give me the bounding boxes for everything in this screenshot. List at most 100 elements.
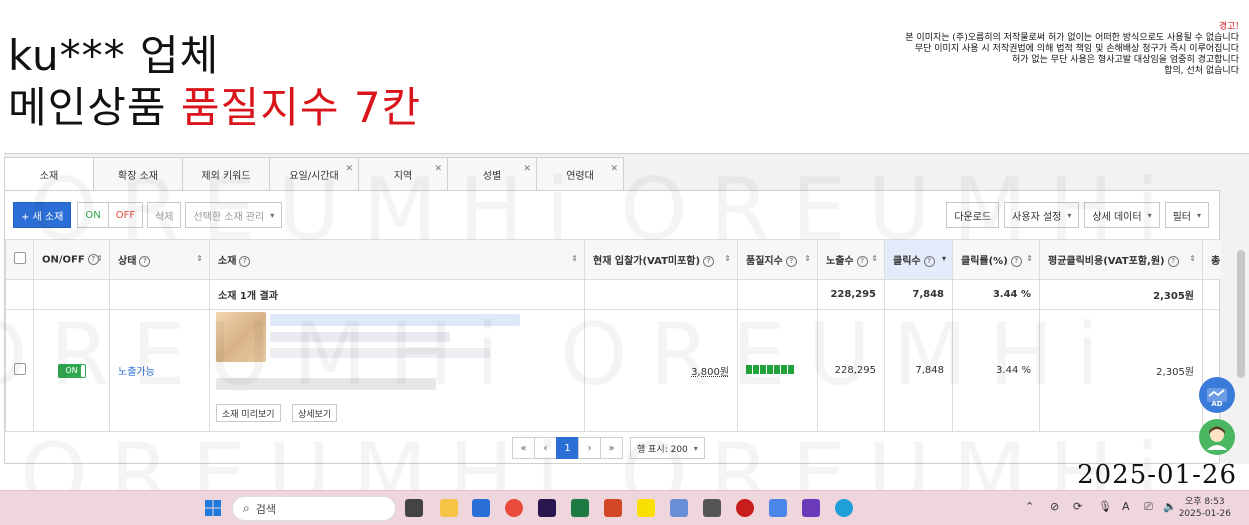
- tab-gender[interactable]: 성별 ✕: [447, 157, 537, 190]
- sort-icon[interactable]: ⇕: [571, 254, 578, 263]
- help-icon[interactable]: ?: [1167, 255, 1179, 267]
- ad-floating-button[interactable]: AD: [1199, 377, 1235, 413]
- col-status[interactable]: 상태? ⇕: [109, 239, 210, 280]
- summary-ctr: 3.44 %: [952, 279, 1040, 310]
- help-icon[interactable]: ?: [785, 255, 797, 267]
- tab-region[interactable]: 지역 ✕: [358, 157, 448, 190]
- sync-icon[interactable]: ⟳: [1073, 500, 1082, 513]
- col-ad[interactable]: 소재? ⇕: [209, 239, 585, 280]
- sort-icon[interactable]: ⇕: [196, 254, 203, 263]
- help-icon[interactable]: ?: [1010, 255, 1022, 267]
- col-ctr[interactable]: 클릭률(%)? ⇕: [952, 239, 1040, 280]
- page-number-button[interactable]: 1: [556, 437, 579, 459]
- filter-dropdown[interactable]: 필터 ▾: [1164, 202, 1209, 228]
- store-icon[interactable]: [472, 499, 490, 517]
- close-icon[interactable]: ✕: [434, 164, 442, 174]
- col-bid[interactable]: 현재 입찰가(VAT미포함)? ⇕: [584, 239, 738, 280]
- on-off-toggle[interactable]: ON: [57, 363, 86, 378]
- col-label: 평균클릭비용(VAT포함,원): [1048, 256, 1165, 267]
- col-onoff[interactable]: ON/OFF? ⇕: [33, 239, 110, 280]
- tab-label: 성별: [482, 170, 502, 182]
- user-setting-dropdown[interactable]: 사용자 설정 ▾: [1004, 202, 1080, 228]
- scrollbar-thumb[interactable]: [1237, 250, 1245, 378]
- excel-icon[interactable]: [571, 499, 589, 517]
- quality-bar-segment: [767, 364, 773, 374]
- title-block: ku*** 업체 메인상품 품질지수 7칸: [8, 30, 421, 134]
- app-icon[interactable]: [802, 499, 820, 517]
- select-all-checkbox[interactable]: [14, 252, 26, 264]
- new-ad-button[interactable]: + 새 소재: [13, 202, 72, 228]
- kakaotalk-icon[interactable]: [637, 499, 655, 517]
- sort-icon[interactable]: ⇕: [1026, 254, 1033, 263]
- sort-icon[interactable]: ⇕: [724, 254, 731, 263]
- network-icon[interactable]: ⊘: [1050, 500, 1059, 513]
- ad-preview-button[interactable]: 소재 미리보기: [216, 404, 281, 422]
- taskbar-search[interactable]: ⌕ 검색: [232, 496, 396, 521]
- delete-button[interactable]: 삭제: [147, 202, 182, 228]
- avatar-floating-button[interactable]: [1199, 419, 1235, 455]
- col-clicks[interactable]: 클릭수? ▾: [884, 239, 953, 280]
- col-quality[interactable]: 품질지수? ⇕: [737, 239, 818, 280]
- on-button[interactable]: ON: [77, 202, 108, 228]
- vertical-scrollbar[interactable]: [1221, 154, 1249, 464]
- chevron-up-icon[interactable]: ⌃: [1025, 500, 1034, 513]
- last-page-button[interactable]: »: [600, 437, 623, 459]
- tab-content: + 새 소재 ON OFF 삭제 선택한 소재 관리 ▾ 다운로드 사용자 설정 ▾…: [4, 190, 1222, 464]
- help-icon[interactable]: ?: [139, 255, 151, 267]
- tab-extended-ad[interactable]: 확장 소재: [93, 157, 183, 190]
- help-icon[interactable]: ?: [923, 255, 935, 267]
- app-icon[interactable]: [670, 499, 688, 517]
- tab-ad[interactable]: 소재: [4, 157, 94, 191]
- taskbar-clock[interactable]: 오후 8:53 2025-01-26: [1179, 496, 1231, 520]
- microphone-icon[interactable]: 🎙: [1098, 500, 1112, 513]
- sort-desc-icon[interactable]: ▾: [942, 254, 946, 263]
- help-icon[interactable]: ?: [239, 255, 251, 267]
- ad-detail-button[interactable]: 상세보기: [292, 404, 338, 422]
- sort-icon[interactable]: ⇕: [804, 254, 811, 263]
- display-icon[interactable]: ⎚: [1144, 500, 1153, 514]
- copyright-warning: 경고! 본 이미지는 (주)오름히의 저작물로써 허가 없이는 어떠한 방식으로…: [819, 22, 1239, 77]
- row-select-cell: [5, 309, 34, 432]
- detail-data-dropdown[interactable]: 상세 데이터 ▾: [1084, 202, 1160, 228]
- task-view-icon[interactable]: [405, 499, 423, 517]
- summary-impressions: 228,295: [817, 279, 885, 310]
- quality-bar-segment: [774, 364, 780, 374]
- clock-date: 2025-01-26: [1178, 509, 1231, 519]
- help-icon[interactable]: ?: [703, 255, 715, 267]
- col-label: 소재: [218, 256, 237, 267]
- help-icon[interactable]: ?: [856, 255, 868, 267]
- rows-per-page-select[interactable]: 행 표시: 200 ▾: [630, 437, 705, 459]
- sort-icon[interactable]: ⇕: [871, 254, 878, 263]
- windows-start-icon[interactable]: [204, 499, 222, 517]
- col-cost[interactable]: 총비용: [1202, 239, 1222, 280]
- file-explorer-icon[interactable]: [440, 499, 458, 517]
- manage-selected-dropdown[interactable]: 선택한 소재 관리 ▾: [185, 202, 283, 228]
- language-icon[interactable]: A: [1122, 500, 1130, 513]
- powerpoint-icon[interactable]: [604, 499, 622, 517]
- col-impressions[interactable]: 노출수? ⇕: [817, 239, 885, 280]
- calculator-icon[interactable]: [703, 499, 721, 517]
- tab-day-time[interactable]: 요일/시간대 ✕: [269, 157, 359, 190]
- col-cpc[interactable]: 평균클릭비용(VAT포함,원)? ⇕: [1039, 239, 1203, 280]
- close-icon[interactable]: ✕: [523, 164, 531, 174]
- search-icon: ⌕: [243, 501, 250, 515]
- first-page-button[interactable]: «: [512, 437, 535, 459]
- close-icon[interactable]: ✕: [610, 164, 618, 174]
- tab-excluded-keywords[interactable]: 제외 키워드: [182, 157, 270, 190]
- row-checkbox[interactable]: [14, 363, 26, 375]
- prev-page-button[interactable]: ‹: [534, 437, 557, 459]
- chrome-icon[interactable]: [505, 499, 523, 517]
- volume-icon[interactable]: 🔈: [1163, 500, 1177, 513]
- premiere-icon[interactable]: [538, 499, 556, 517]
- edge-icon[interactable]: [835, 499, 853, 517]
- download-button[interactable]: 다운로드: [946, 202, 1000, 228]
- notepad-icon[interactable]: [769, 499, 787, 517]
- record-icon[interactable]: [736, 499, 754, 517]
- close-icon[interactable]: ✕: [345, 164, 353, 174]
- sort-icon[interactable]: ⇕: [1189, 254, 1196, 263]
- next-page-button[interactable]: ›: [578, 437, 601, 459]
- off-button[interactable]: OFF: [107, 202, 144, 228]
- sort-icon[interactable]: ⇕: [96, 254, 103, 263]
- bid-value[interactable]: 3,800원: [691, 367, 729, 378]
- tab-age[interactable]: 연령대 ✕: [536, 157, 624, 190]
